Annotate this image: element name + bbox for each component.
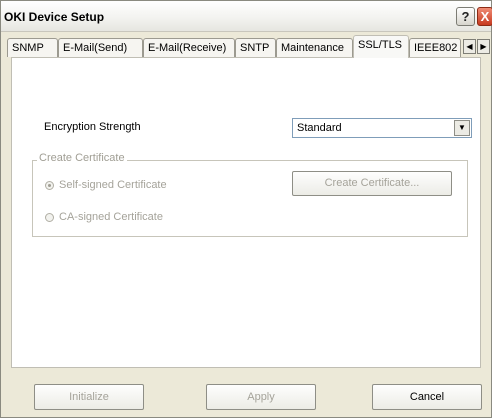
tab-scroll-left-icon[interactable]: ◀: [463, 39, 476, 54]
close-button[interactable]: X: [477, 7, 492, 26]
create-certificate-button[interactable]: Create Certificate...: [292, 171, 452, 196]
device-setup-window: OKI Device Setup ? X SNMP E-Mail(Send) E…: [0, 0, 492, 418]
create-certificate-legend: Create Certificate: [37, 152, 127, 164]
title-bar[interactable]: OKI Device Setup ? X: [1, 1, 492, 32]
self-signed-label: Self-signed Certificate: [59, 179, 167, 191]
tab-sntp[interactable]: SNTP: [235, 38, 276, 57]
window-title: OKI Device Setup: [4, 10, 105, 24]
cancel-button[interactable]: Cancel: [372, 384, 482, 410]
tab-ieee802[interactable]: IEEE802: [409, 38, 461, 57]
ca-signed-label: CA-signed Certificate: [59, 211, 163, 223]
tab-maintenance[interactable]: Maintenance: [276, 38, 353, 57]
apply-button[interactable]: Apply: [206, 384, 316, 410]
initialize-button[interactable]: Initialize: [34, 384, 144, 410]
tab-email-receive[interactable]: E-Mail(Receive): [143, 38, 235, 57]
encryption-strength-value: Standard: [297, 122, 342, 134]
tab-scroll-right-icon[interactable]: ▶: [477, 39, 490, 54]
ca-signed-radio[interactable]: [45, 213, 54, 222]
encryption-strength-label: Encryption Strength: [44, 121, 141, 133]
self-signed-radio[interactable]: [45, 181, 54, 190]
tab-ssl-tls[interactable]: SSL/TLS: [353, 35, 409, 58]
encryption-strength-select[interactable]: Standard ▼: [292, 118, 472, 138]
chevron-down-icon[interactable]: ▼: [454, 120, 470, 136]
help-button[interactable]: ?: [456, 7, 475, 26]
tab-email-send[interactable]: E-Mail(Send): [58, 38, 143, 57]
tab-snmp[interactable]: SNMP: [7, 38, 58, 57]
tab-strip: SNMP E-Mail(Send) E-Mail(Receive) SNTP M…: [1, 35, 491, 58]
